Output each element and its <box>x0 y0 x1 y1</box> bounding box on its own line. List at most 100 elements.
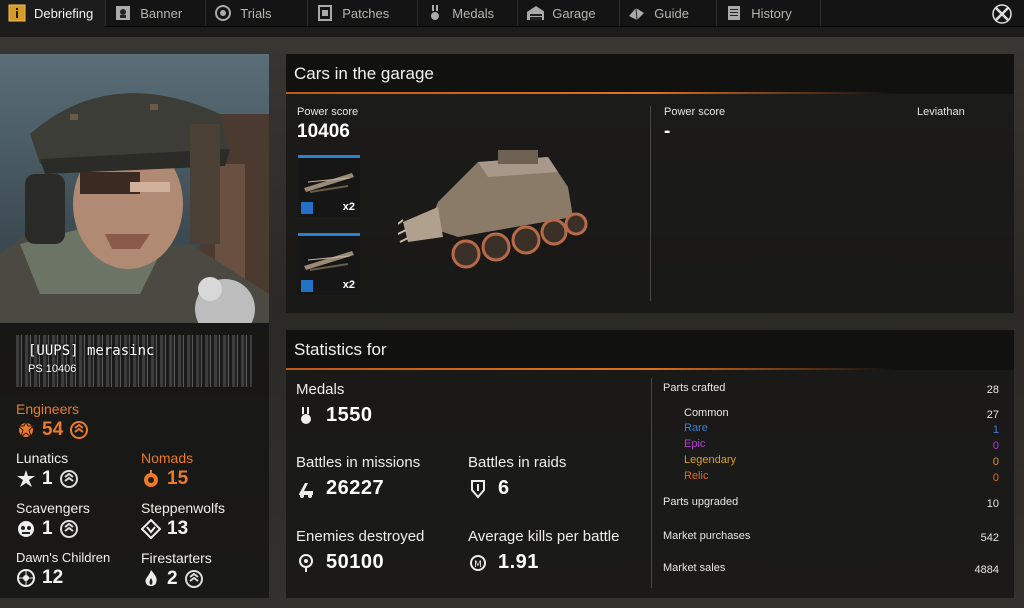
faction-steppenwolfs: Steppenwolfs 13 <box>141 500 225 540</box>
rank-emblem-icon <box>59 469 79 489</box>
rank-emblem-icon <box>184 569 204 589</box>
tab-label: Patches <box>342 5 390 21</box>
divider <box>651 378 652 588</box>
tab-label: Banner <box>140 5 183 21</box>
epic-label: Epic <box>684 438 706 450</box>
target-icon <box>296 553 316 573</box>
faction-level: 1 <box>42 518 53 539</box>
parts-crafted-value: 28 <box>986 384 999 396</box>
faction-engineers: Engineers 54 <box>16 401 89 441</box>
statistics-title: Statistics for <box>286 330 1014 370</box>
history-icon <box>725 4 743 22</box>
raid-shield-icon <box>468 479 488 499</box>
steppenwolfs-icon <box>141 519 161 539</box>
epic-value: 0 <box>992 440 999 452</box>
lunatics-icon <box>16 469 36 489</box>
banner-icon <box>114 4 132 22</box>
weapon-card[interactable]: x2 <box>298 155 360 217</box>
stat-value: 50100 <box>326 551 385 573</box>
faction-scavengers: Scavengers 1 <box>16 500 90 540</box>
battle-icon <box>296 479 316 499</box>
tab-history[interactable]: History <box>717 0 822 26</box>
faction-dawns-children: Dawn's Children 12 <box>16 550 110 589</box>
top-nav: Debriefing Banner Trials Patches Medals … <box>0 0 1024 27</box>
info-icon <box>8 4 26 22</box>
parts-upgraded-value: 10 <box>986 498 999 510</box>
faction-nomads: Nomads 15 <box>141 450 193 490</box>
stat-medals: Medals 1550 <box>296 381 373 427</box>
tab-patches[interactable]: Patches <box>308 0 419 26</box>
common-value: 27 <box>986 409 999 421</box>
player-portrait <box>0 54 269 323</box>
player-name-plate: [UUPS] merasinc PS 10406 <box>16 335 252 387</box>
weapon-qty: x2 <box>342 279 355 291</box>
tab-medals[interactable]: Medals <box>418 0 519 26</box>
faction-firestarters: Firestarters 2 <box>141 550 212 590</box>
faction-label: Scavengers <box>16 500 90 516</box>
stat-label: Enemies destroyed <box>296 528 425 545</box>
nomads-icon <box>141 469 161 489</box>
tab-trials[interactable]: Trials <box>206 0 309 26</box>
tab-label: Debriefing <box>34 5 94 21</box>
car-image[interactable] <box>397 142 588 272</box>
player-power-score: PS 10406 <box>28 363 77 375</box>
average-kills-icon: M <box>468 553 488 573</box>
tab-label: Guide <box>654 5 689 21</box>
stat-value: 1550 <box>326 404 373 426</box>
legendary-value: 0 <box>992 456 999 468</box>
tab-label: History <box>751 5 792 21</box>
weapon-qty: x2 <box>342 201 355 213</box>
stat-enemies-destroyed: Enemies destroyed 50100 <box>296 528 424 574</box>
power-score-label: Power score <box>297 106 359 118</box>
faction-level: 12 <box>42 567 64 588</box>
stat-average-kills: Average kills per battle M 1.91 <box>468 528 619 574</box>
faction-label: Lunatics <box>16 450 69 466</box>
medal-icon <box>296 406 316 426</box>
firestarters-icon <box>141 569 161 589</box>
tab-debriefing[interactable]: Debriefing <box>0 0 107 27</box>
faction-label: Firestarters <box>141 550 212 566</box>
parts-crafted-label: Parts crafted <box>663 382 726 394</box>
tab-banner[interactable]: Banner <box>106 0 207 26</box>
relic-label: Relic <box>684 470 709 482</box>
rank-emblem-icon <box>69 420 89 440</box>
faction-label: Nomads <box>141 450 194 466</box>
tab-label: Garage <box>552 5 596 21</box>
parts-upgraded-label: Parts upgraded <box>663 496 739 508</box>
rarity-icon <box>301 280 313 292</box>
faction-level: 1 <box>42 468 53 489</box>
faction-level: 15 <box>167 468 189 489</box>
power-score-value: - <box>664 121 671 142</box>
close-icon[interactable] <box>990 2 1014 26</box>
power-score-label: Power score <box>664 106 726 118</box>
faction-level: 54 <box>42 419 64 440</box>
guide-icon <box>628 4 646 22</box>
rare-value: 1 <box>992 424 999 436</box>
garage-icon <box>526 4 545 22</box>
common-label: Common <box>684 407 729 419</box>
rank-emblem-icon <box>59 519 79 539</box>
statistics-panel: Statistics for Medals 1550 Battles in mi… <box>286 330 1014 598</box>
stat-value: 6 <box>498 477 510 499</box>
tab-guide[interactable]: Guide <box>620 0 718 26</box>
stat-value: 26227 <box>326 477 385 499</box>
market-sales-label: Market sales <box>663 562 726 574</box>
cabin-name: Leviathan <box>917 106 965 118</box>
tab-label: Medals <box>452 5 495 21</box>
player-panel: [UUPS] merasinc PS 10406 Engineers 54 Lu… <box>0 323 269 598</box>
faction-level: 13 <box>167 518 189 539</box>
weapon-card[interactable]: x2 <box>298 233 360 295</box>
garage-panel: Cars in the garage Power score 10406 x2 … <box>286 54 1014 313</box>
faction-label: Dawn's Children <box>16 550 111 565</box>
scavengers-icon <box>16 519 36 539</box>
power-score-value: 10406 <box>297 121 350 142</box>
faction-label: Engineers <box>16 401 80 417</box>
patches-icon <box>316 4 334 22</box>
relic-value: 0 <box>992 472 999 484</box>
tab-garage[interactable]: Garage <box>518 0 621 26</box>
market-sales-value: 4884 <box>974 564 999 576</box>
svg-text:M: M <box>474 560 482 570</box>
medals-icon <box>426 4 444 22</box>
rare-label: Rare <box>684 422 708 434</box>
legendary-label: Legendary <box>684 454 736 466</box>
